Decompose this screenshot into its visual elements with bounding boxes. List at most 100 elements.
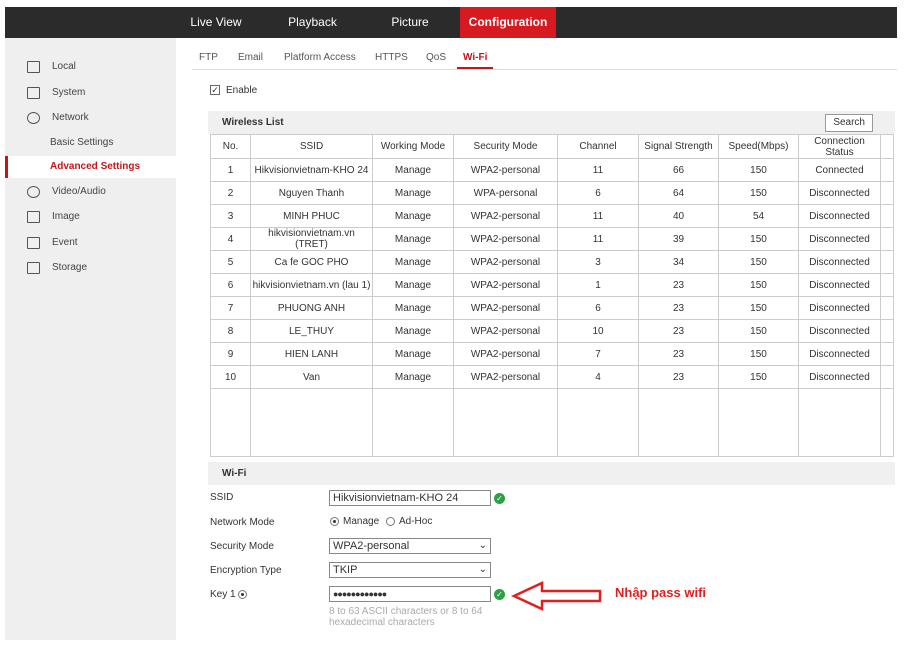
table-cell (372, 388, 454, 457)
tab-qos[interactable]: QoS (426, 52, 446, 63)
sidebar-item-video-audio[interactable]: Video/Audio (5, 181, 176, 203)
table-cell: Disconnected (798, 250, 881, 274)
table-cell: 39 (638, 227, 719, 251)
table-cell: 66 (638, 158, 719, 182)
table-cell: Manage (372, 181, 454, 205)
search-button[interactable]: Search (825, 114, 873, 132)
table-cell: MINH PHUC (250, 204, 373, 228)
table-cell: WPA2-personal (453, 342, 558, 366)
table-row[interactable]: 6 hikvisionvietnam.vn (lau 1) Manage WPA2-p… (210, 273, 894, 297)
sidebar-item-advanced-settings[interactable]: Advanced Settings (5, 156, 176, 178)
table-cell: 11 (557, 158, 639, 182)
table-cell: 1 (210, 158, 251, 182)
table-cell: WPA2-personal (453, 250, 558, 274)
table-cell: Manage (372, 319, 454, 343)
enable-checkbox[interactable]: ✓ Enable (210, 85, 257, 96)
table-cell (798, 388, 881, 457)
table-cell (250, 388, 373, 457)
table-cell: 10 (557, 319, 639, 343)
wireless-table: No. SSID Working Mode Security Mode Channel S… (210, 134, 894, 457)
table-cell (880, 388, 894, 457)
encryption-type-select[interactable]: TKIP ⌄ (329, 562, 491, 578)
nav-picture[interactable]: Picture (375, 7, 445, 38)
table-row[interactable]: 2 Nguyen Thanh Manage WPA-personal 6 64 150 Dis… (210, 181, 894, 205)
table-cell: 4 (210, 227, 251, 251)
table-cell: 2 (210, 181, 251, 205)
column-header: Signal Strength (638, 134, 719, 159)
tab-wifi[interactable]: Wi-Fi (457, 52, 494, 69)
nav-configuration[interactable]: Configuration (460, 7, 556, 38)
table-row[interactable]: 1 Hikvisionvietnam-KHO 24 Manage WPA2-perso… (210, 158, 894, 182)
table-cell: Manage (372, 273, 454, 297)
arrow-left-icon (511, 581, 602, 611)
sidebar-item-local[interactable]: Local (5, 56, 176, 78)
sidebar-item-storage[interactable]: Storage (5, 257, 176, 279)
table-cell: PHUONG ANH (250, 296, 373, 320)
table-row[interactable]: 3 MINH PHUC Manage WPA2-personal 11 40 54 Disco… (210, 204, 894, 228)
table-cell (880, 365, 894, 389)
table-cell: 40 (638, 204, 719, 228)
calendar-icon (27, 237, 40, 249)
sidebar-item-network[interactable]: Network (5, 107, 176, 129)
table-cell: 34 (638, 250, 719, 274)
key1-input[interactable]: ●●●●●●●●●●●● (329, 586, 491, 602)
table-cell: 11 (557, 204, 639, 228)
table-row[interactable]: 4 hikvisionvietnam.vn (TRET) Manage WPA2-pe… (210, 227, 894, 251)
table-row[interactable]: 5 Ca fe GOC PHO Manage WPA2-personal 3 34 150 D… (210, 250, 894, 274)
wireless-list-header: Wireless List Search (208, 111, 895, 134)
table-cell: Manage (372, 250, 454, 274)
radio-selected-icon (238, 589, 248, 599)
key-hint: 8 to 63 ASCII characters or 8 to 64 hexa… (329, 606, 483, 628)
table-row[interactable]: 8 LE_THUY Manage WPA2-personal 10 23 150 Discon… (210, 319, 894, 343)
table-cell: Disconnected (798, 342, 881, 366)
key1-label[interactable]: Key 1 (210, 589, 251, 600)
tab-https[interactable]: HTTPS (375, 52, 408, 63)
table-cell (880, 181, 894, 205)
empty-row (210, 388, 894, 457)
column-header: Speed(Mbps) (718, 134, 799, 159)
table-cell: 150 (718, 296, 799, 320)
table-cell: Disconnected (798, 319, 881, 343)
table-cell: 6 (557, 181, 639, 205)
table-cell: 54 (718, 204, 799, 228)
table-cell: 6 (210, 273, 251, 297)
tab-email[interactable]: Email (238, 52, 263, 63)
ssid-input[interactable]: Hikvisionvietnam-KHO 24 (329, 490, 491, 506)
table-cell: Connected (798, 158, 881, 182)
sidebar-item-event[interactable]: Event (5, 232, 176, 254)
sidebar: Local System Network Basic Settings Adva… (5, 38, 176, 640)
nav-live-view[interactable]: Live View (181, 7, 251, 38)
table-row[interactable]: 9 HIEN LANH Manage WPA2-personal 7 23 150 Disco… (210, 342, 894, 366)
table-cell: 6 (557, 296, 639, 320)
check-ok-icon: ✓ (494, 493, 505, 504)
table-cell: 23 (638, 319, 719, 343)
table-cell: Disconnected (798, 365, 881, 389)
table-cell: WPA2-personal (453, 319, 558, 343)
security-mode-select[interactable]: WPA2-personal ⌄ (329, 538, 491, 554)
sidebar-item-system[interactable]: System (5, 82, 176, 104)
encryption-type-label: Encryption Type (210, 565, 282, 576)
table-cell (453, 388, 558, 457)
tab-ftp[interactable]: FTP (199, 52, 218, 63)
globe-icon (27, 112, 40, 124)
table-cell: hikvisionvietnam.vn (lau 1) (250, 273, 373, 297)
table-row[interactable]: 10 Van Manage WPA2-personal 4 23 150 Disconnect… (210, 365, 894, 389)
network-mode-adhoc-radio[interactable]: Ad-Hoc (386, 516, 432, 527)
table-cell (880, 273, 894, 297)
tab-platform-access[interactable]: Platform Access (284, 52, 356, 63)
table-cell: HIEN LANH (250, 342, 373, 366)
sidebar-item-basic-settings[interactable]: Basic Settings (5, 132, 176, 154)
table-row[interactable]: 7 PHUONG ANH Manage WPA2-personal 6 23 150 Disc… (210, 296, 894, 320)
chevron-down-icon: ⌄ (478, 564, 487, 575)
network-mode-label: Network Mode (210, 517, 275, 528)
table-cell (638, 388, 719, 457)
table-cell: 7 (557, 342, 639, 366)
table-cell: 64 (638, 181, 719, 205)
table-cell: 150 (718, 319, 799, 343)
table-cell: 23 (638, 273, 719, 297)
sidebar-item-image[interactable]: Image (5, 206, 176, 228)
network-mode-manage-radio[interactable]: Manage (330, 516, 379, 527)
column-header: Security Mode (453, 134, 558, 159)
table-cell: 10 (210, 365, 251, 389)
nav-playback[interactable]: Playback (275, 7, 350, 38)
